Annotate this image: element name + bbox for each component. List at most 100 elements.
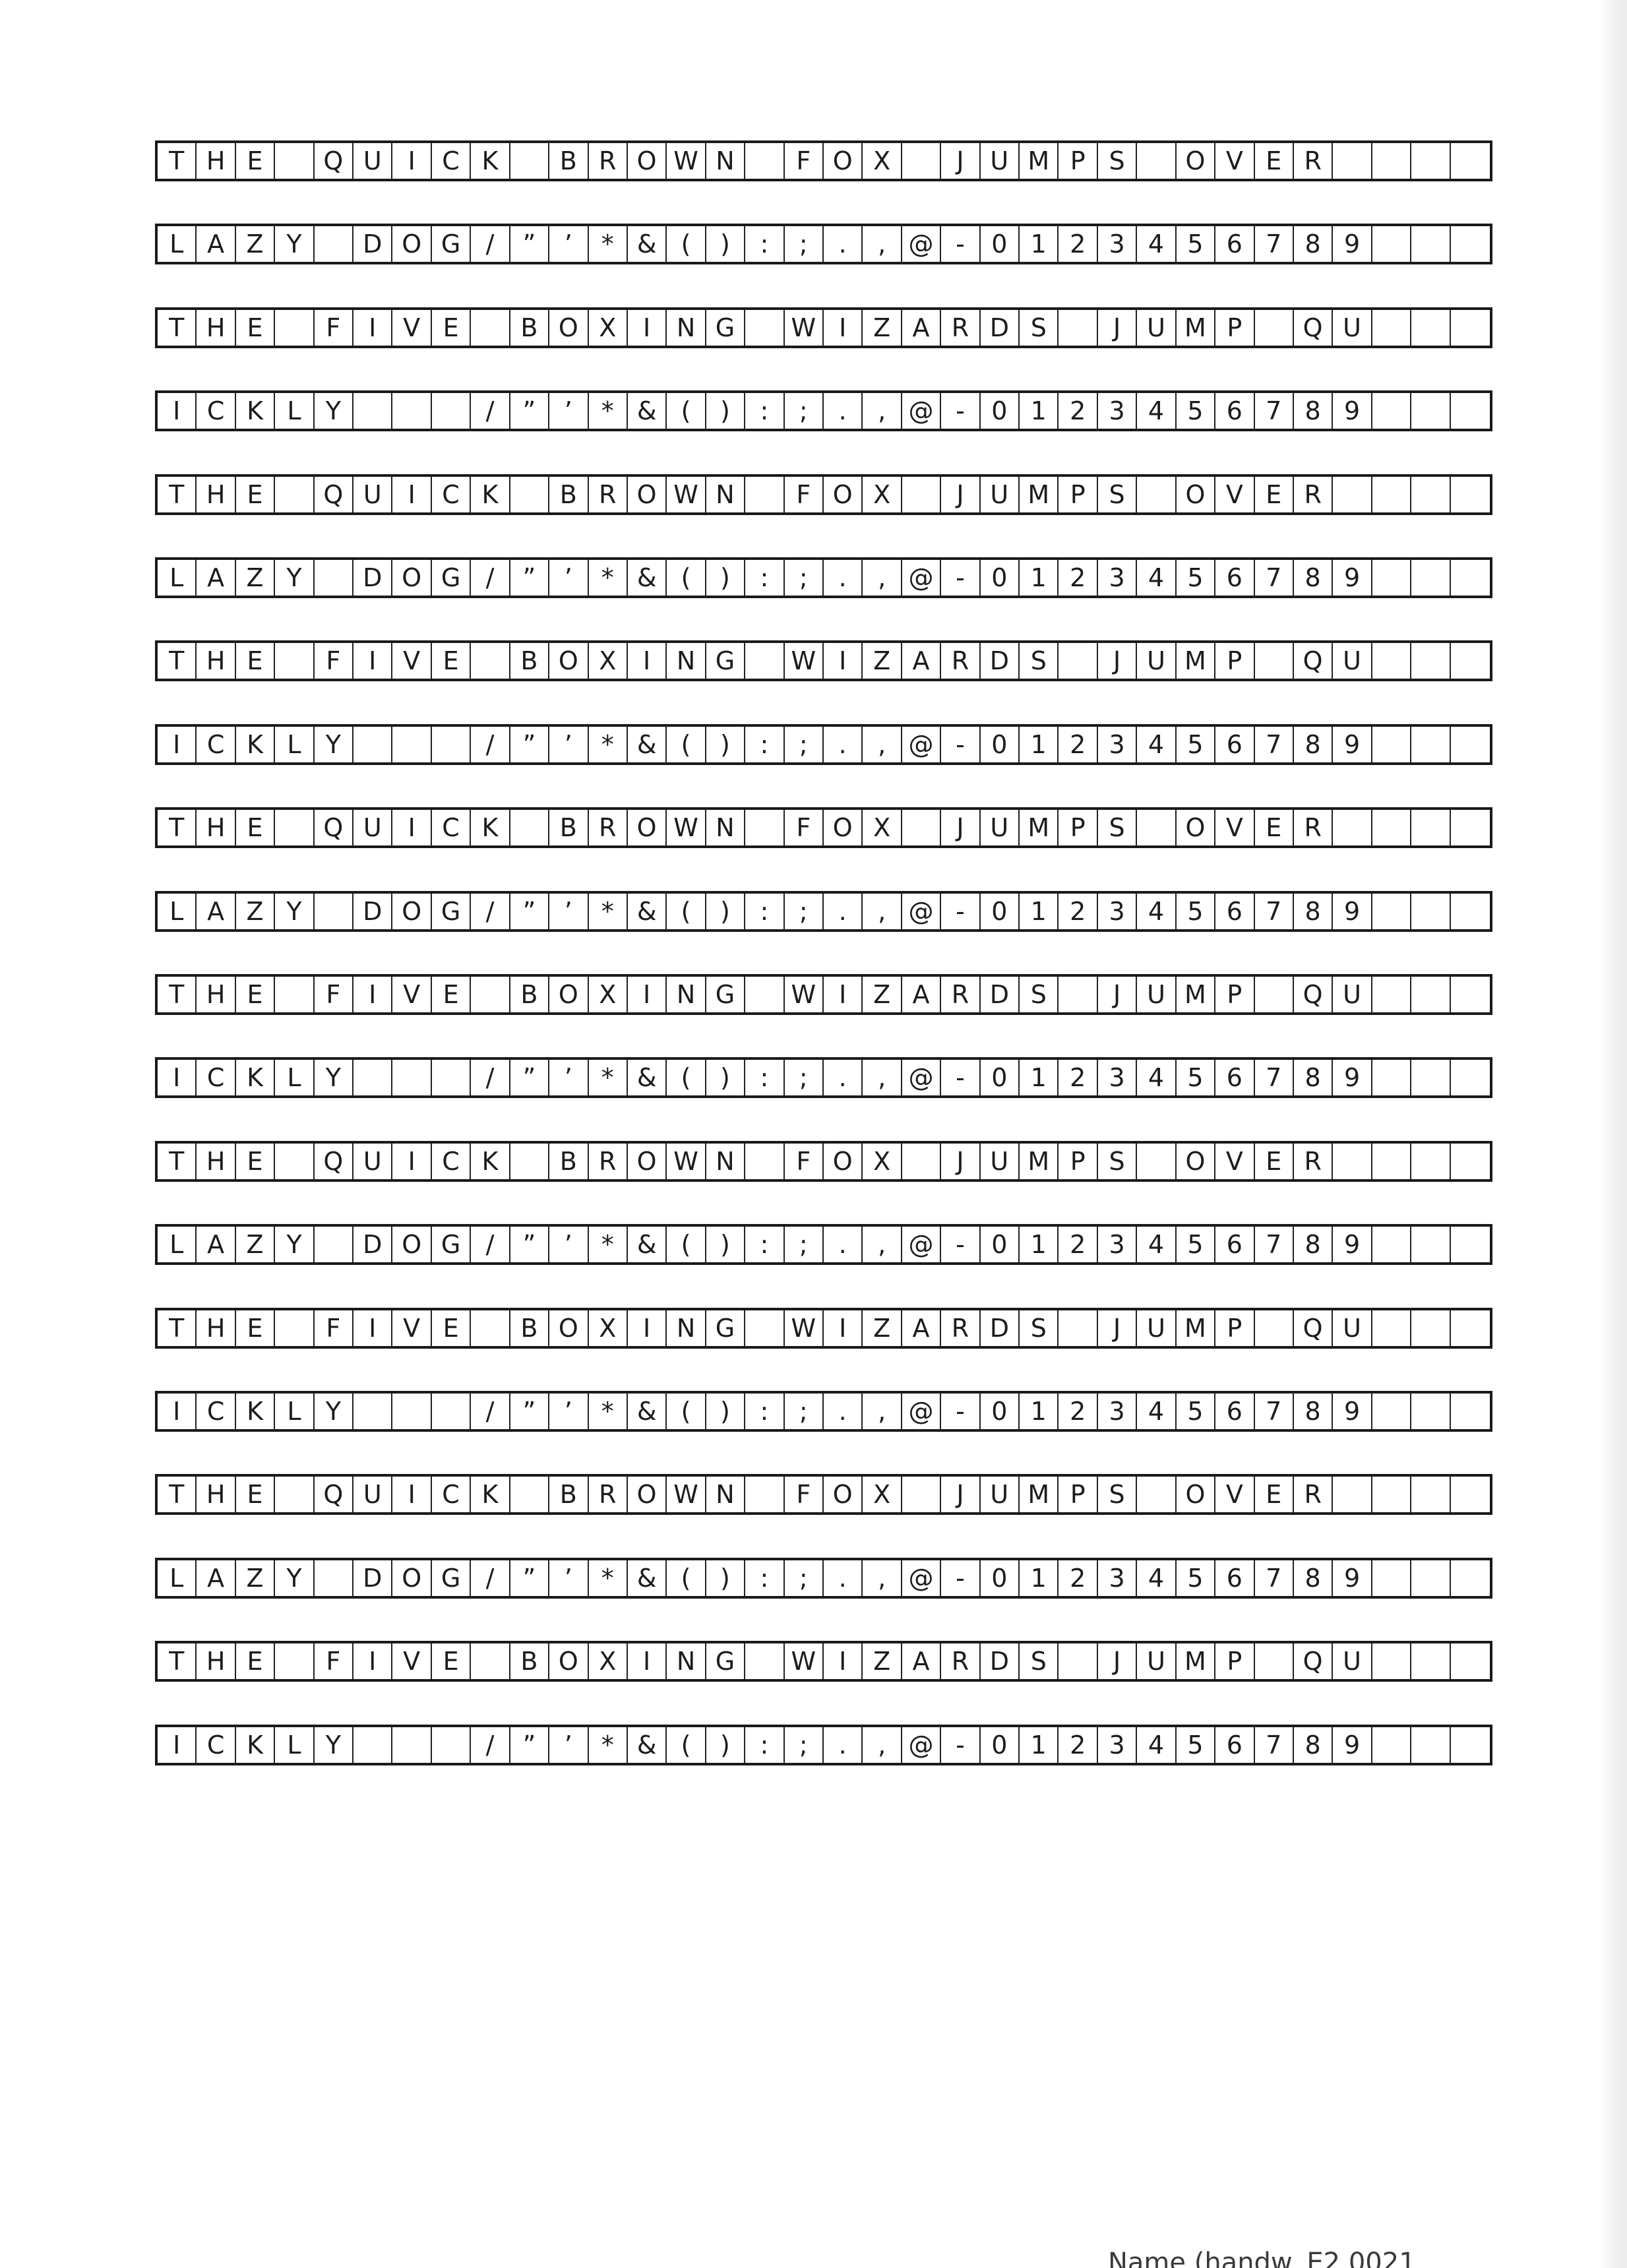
character-cell: J	[1098, 643, 1138, 679]
character-cell: T	[158, 810, 197, 845]
character-cell: /	[471, 226, 510, 262]
character-cell: 3	[1098, 1227, 1138, 1262]
grid-row: L A Z Y D O G /”’ * &():;., @ -0 1 2 3 4 5 6 7 8 9	[155, 224, 1492, 264]
character-cell: )	[706, 894, 746, 929]
character-cell: A	[902, 1310, 942, 1346]
character-cell	[275, 643, 315, 679]
character-cell: 1	[1020, 1060, 1059, 1095]
character-cell	[392, 1727, 432, 1763]
character-cell: 5	[1177, 393, 1216, 429]
character-cell: O	[549, 1643, 589, 1679]
character-cell	[432, 1727, 472, 1763]
character-cell: (	[667, 226, 706, 262]
character-cell: Q	[315, 1477, 354, 1512]
character-cell: I	[824, 1310, 863, 1346]
character-cell: P	[1215, 977, 1255, 1012]
character-cell: U	[353, 810, 393, 845]
character-cell: U	[1137, 977, 1177, 1012]
character-cell	[1255, 310, 1294, 346]
character-cell: (	[667, 1394, 706, 1429]
character-cell: 9	[1333, 1560, 1372, 1596]
character-cell: D	[353, 1227, 393, 1262]
character-cell: 2	[1059, 894, 1098, 929]
character-cell: N	[667, 643, 706, 679]
character-cell	[1372, 727, 1412, 762]
character-cell: C	[432, 810, 472, 845]
character-cell: .	[824, 727, 863, 762]
character-cell	[392, 727, 432, 762]
character-cell: R	[941, 1643, 981, 1679]
character-cell: 5	[1177, 226, 1216, 262]
character-cell: I	[824, 643, 863, 679]
character-cell: @	[902, 1560, 942, 1596]
character-cell: O	[824, 477, 863, 512]
character-cell: 6	[1215, 727, 1255, 762]
character-cell: E	[432, 1310, 472, 1346]
character-cell: I	[353, 643, 393, 679]
character-cell: H	[197, 477, 236, 512]
character-cell: ’	[549, 226, 589, 262]
character-cell: ;	[785, 1060, 824, 1095]
character-cell	[510, 1477, 550, 1512]
character-cell: ”	[510, 1227, 550, 1262]
character-cell	[1411, 1727, 1451, 1763]
character-cell: @	[902, 1727, 942, 1763]
character-cell: @	[902, 894, 942, 929]
character-cell: 7	[1255, 393, 1294, 429]
character-cell: 0	[981, 560, 1020, 596]
character-cell: 8	[1294, 1227, 1334, 1262]
character-cell: 6	[1215, 1560, 1255, 1596]
character-cell: (	[667, 727, 706, 762]
character-cell: 9	[1333, 1060, 1372, 1095]
character-cell	[1411, 1560, 1451, 1596]
character-cell: S	[1098, 810, 1138, 845]
character-cell: ;	[785, 1394, 824, 1429]
character-cell: M	[1177, 1643, 1216, 1679]
character-cell: S	[1020, 977, 1059, 1012]
character-cell	[1411, 1477, 1451, 1512]
character-cell	[392, 1060, 432, 1095]
character-cell: H	[197, 1310, 236, 1346]
character-cell	[745, 310, 785, 346]
character-cell	[902, 477, 942, 512]
character-cell: 6	[1215, 560, 1255, 596]
character-cell: -	[941, 1394, 981, 1429]
character-cell: (	[667, 894, 706, 929]
character-cell: E	[1255, 143, 1294, 179]
character-cell: 4	[1137, 1560, 1177, 1596]
character-cell: Y	[315, 727, 354, 762]
character-cell: Q	[315, 477, 354, 512]
character-cell	[1411, 310, 1451, 346]
character-cell	[353, 727, 393, 762]
grid-row: L A Z Y D O G /”’ * &():;., @ -0 1 2 3 4 5 6 7 8 9	[155, 557, 1492, 598]
character-cell: 2	[1059, 1727, 1098, 1763]
character-cell: V	[392, 1310, 432, 1346]
character-cell	[1372, 1560, 1412, 1596]
character-cell: ,	[863, 727, 902, 762]
character-cell: 4	[1137, 1727, 1177, 1763]
character-cell: H	[197, 143, 236, 179]
character-cell: *	[589, 727, 628, 762]
character-cell: &	[628, 393, 667, 429]
character-cell	[353, 1394, 393, 1429]
character-cell	[1372, 1310, 1412, 1346]
character-cell: 6	[1215, 1060, 1255, 1095]
character-cell	[1372, 1643, 1412, 1679]
character-cell: L	[275, 1727, 315, 1763]
character-cell: O	[1177, 477, 1216, 512]
grid-row: L A Z Y D O G /”’ * &():;., @ -0 1 2 3 4 5 6 7 8 9	[155, 1224, 1492, 1265]
character-cell	[1451, 1560, 1490, 1596]
character-cell: :	[745, 894, 785, 929]
character-cell: I	[353, 977, 393, 1012]
character-cell: .	[824, 1227, 863, 1262]
character-cell: X	[589, 1310, 628, 1346]
character-cell: )	[706, 1060, 746, 1095]
character-cell: /	[471, 1727, 510, 1763]
character-cell: &	[628, 894, 667, 929]
character-cell: 4	[1137, 727, 1177, 762]
character-cell: :	[745, 393, 785, 429]
character-cell: G	[706, 977, 746, 1012]
character-cell: T	[158, 977, 197, 1012]
character-cell: F	[785, 1477, 824, 1512]
character-cell	[1451, 1477, 1490, 1512]
